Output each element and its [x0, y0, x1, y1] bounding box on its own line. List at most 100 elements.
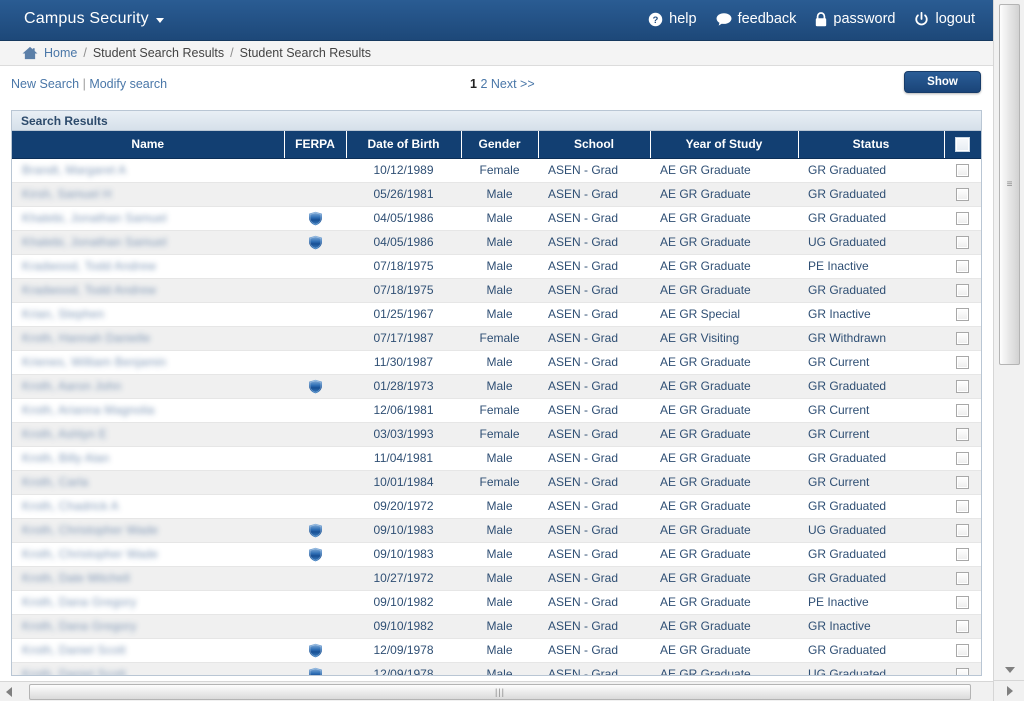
table-row[interactable]: Brandt, Margaret A 10/12/1989 Female ASEN -…: [12, 158, 981, 183]
row-select-checkbox[interactable]: [956, 644, 969, 658]
row-select-checkbox[interactable]: [956, 668, 969, 675]
cell-select[interactable]: [944, 230, 981, 255]
row-select-checkbox[interactable]: [956, 404, 969, 418]
brand-menu[interactable]: Campus Security: [24, 10, 164, 28]
cell-select[interactable]: [944, 614, 981, 639]
breadcrumb-level-1[interactable]: Student Search Results: [93, 46, 224, 60]
table-row[interactable]: Kroth, Christopher Wade 09/10/1983 Male ASE…: [12, 518, 981, 543]
cell-name[interactable]: Kroth, Dale Mitchell: [12, 566, 284, 591]
scroll-corner-arrow-icon[interactable]: [994, 680, 1024, 701]
cell-name[interactable]: Kroth, Aaron John: [12, 374, 284, 399]
cell-name[interactable]: Kradwood, Todd Andrew: [12, 254, 284, 279]
column-header-date-of-birth[interactable]: Date of Birth: [346, 131, 462, 159]
pagination-next[interactable]: Next >>: [491, 77, 535, 91]
horizontal-scrollbar[interactable]: |||: [0, 681, 993, 701]
cell-name[interactable]: Khalebi, Jonathan Samuel: [12, 206, 284, 231]
results-table-scroll[interactable]: Name FERPA Date of Birth Gender School Y…: [12, 131, 981, 675]
row-select-checkbox[interactable]: [956, 596, 969, 610]
table-row[interactable]: Krian, Stephen 01/25/1967 Male ASEN - Grad A…: [12, 302, 981, 327]
cell-select[interactable]: [944, 254, 981, 279]
cell-name[interactable]: Khalebi, Jonathan Samuel: [12, 230, 284, 255]
row-select-checkbox[interactable]: [956, 212, 969, 226]
scroll-left-arrow-icon[interactable]: [0, 682, 17, 701]
new-search-link[interactable]: New Search: [11, 77, 79, 91]
row-select-checkbox[interactable]: [956, 572, 969, 586]
row-select-checkbox[interactable]: [956, 452, 969, 466]
row-select-checkbox[interactable]: [956, 500, 969, 514]
row-select-checkbox[interactable]: [956, 356, 969, 370]
table-row[interactable]: Kroth, Arianna Magnolia 12/06/1981 Female A…: [12, 398, 981, 423]
pagination-page-2[interactable]: 2: [480, 77, 487, 91]
column-header-year-of-study[interactable]: Year of Study: [650, 131, 799, 159]
horizontal-scroll-track[interactable]: |||: [17, 683, 993, 701]
column-header-name[interactable]: Name: [12, 131, 285, 159]
column-header-status[interactable]: Status: [798, 131, 945, 159]
column-header-ferpa[interactable]: FERPA: [284, 131, 347, 159]
table-row[interactable]: Kroth, Dana Gregory 09/10/1982 Male ASEN - …: [12, 614, 981, 639]
ferpa-shield-icon[interactable]: [308, 235, 323, 250]
cell-name[interactable]: Kroth, Daniel Scott: [12, 662, 284, 675]
cell-name[interactable]: Kradwood, Todd Andrew: [12, 278, 284, 303]
ferpa-shield-icon[interactable]: [308, 523, 323, 538]
cell-select[interactable]: [944, 398, 981, 423]
cell-select[interactable]: [944, 206, 981, 231]
cell-select[interactable]: [944, 638, 981, 663]
breadcrumb-home[interactable]: Home: [44, 46, 77, 60]
cell-name[interactable]: Kirsh, Samuel H: [12, 182, 284, 207]
logout-link[interactable]: logout: [914, 11, 975, 27]
cell-select[interactable]: [944, 470, 981, 495]
cell-select[interactable]: [944, 302, 981, 327]
table-row[interactable]: Kradwood, Todd Andrew 07/18/1975 Male ASEN …: [12, 278, 981, 303]
home-icon[interactable]: [22, 46, 38, 60]
cell-select[interactable]: [944, 182, 981, 207]
cell-name[interactable]: Kroth, Ashlyn E: [12, 422, 284, 447]
row-select-checkbox[interactable]: [956, 428, 969, 442]
row-select-checkbox[interactable]: [956, 476, 969, 490]
row-select-checkbox[interactable]: [956, 308, 969, 322]
modify-search-link[interactable]: Modify search: [89, 77, 167, 91]
ferpa-shield-icon[interactable]: [308, 667, 323, 675]
cell-name[interactable]: Kroth, Christopher Wade: [12, 542, 284, 567]
table-row[interactable]: Kroth, Dana Gregory 09/10/1982 Male ASEN - …: [12, 590, 981, 615]
table-row[interactable]: Khalebi, Jonathan Samuel 04/05/1986 Male AS…: [12, 206, 981, 231]
cell-select[interactable]: [944, 374, 981, 399]
cell-name[interactable]: Kroth, Daniel Scott: [12, 638, 284, 663]
row-select-checkbox[interactable]: [956, 164, 969, 178]
show-button[interactable]: Show: [904, 71, 981, 93]
table-row[interactable]: Kroth, Aaron John 01/28/1973 Male ASEN - Gr…: [12, 374, 981, 399]
table-row[interactable]: Kroth, Dale Mitchell 10/27/1972 Male ASEN -…: [12, 566, 981, 591]
horizontal-scroll-thumb[interactable]: |||: [29, 683, 971, 700]
cell-name[interactable]: Kroth, Chadrick A: [12, 494, 284, 519]
table-row[interactable]: Kroth, Daniel Scott 12/09/1978 Male ASEN - …: [12, 662, 981, 675]
cell-select[interactable]: [944, 518, 981, 543]
cell-name[interactable]: Kroth, Hannah Danielle: [12, 326, 284, 351]
cell-name[interactable]: Kroth, Christopher Wade: [12, 518, 284, 543]
row-select-checkbox[interactable]: [956, 188, 969, 202]
cell-select[interactable]: [944, 422, 981, 447]
cell-select[interactable]: [944, 662, 981, 675]
cell-name[interactable]: Kroth, Carla: [12, 470, 284, 495]
help-link[interactable]: ? help: [648, 11, 697, 27]
table-row[interactable]: Krienes, William Benjamin 11/30/1987 Male A…: [12, 350, 981, 375]
table-row[interactable]: Kirsh, Samuel H 05/26/1981 Male ASEN - Grad…: [12, 182, 981, 207]
cell-select[interactable]: [944, 542, 981, 567]
cell-select[interactable]: [944, 494, 981, 519]
column-header-school[interactable]: School: [538, 131, 651, 159]
table-row[interactable]: Kroth, Carla 10/01/1984 Female ASEN - Grad A…: [12, 470, 981, 495]
vertical-scroll-thumb[interactable]: ≡: [999, 4, 1020, 365]
vertical-scrollbar[interactable]: ≡: [993, 0, 1024, 701]
row-select-checkbox[interactable]: [956, 620, 969, 634]
cell-select[interactable]: [944, 278, 981, 303]
table-row[interactable]: Kroth, Hannah Danielle 07/17/1987 Female AS…: [12, 326, 981, 351]
ferpa-shield-icon[interactable]: [308, 211, 323, 226]
row-select-checkbox[interactable]: [956, 236, 969, 250]
cell-select[interactable]: [944, 350, 981, 375]
cell-name[interactable]: Kroth, Dana Gregory: [12, 590, 284, 615]
row-select-checkbox[interactable]: [956, 524, 969, 538]
cell-name[interactable]: Krienes, William Benjamin: [12, 350, 284, 375]
ferpa-shield-icon[interactable]: [308, 379, 323, 394]
table-row[interactable]: Kroth, Billy Alan 11/04/1981 Male ASEN - Gr…: [12, 446, 981, 471]
column-header-select-all[interactable]: [944, 131, 981, 159]
row-select-checkbox[interactable]: [956, 284, 969, 298]
table-row[interactable]: Kroth, Daniel Scott 12/09/1978 Male ASEN - …: [12, 638, 981, 663]
